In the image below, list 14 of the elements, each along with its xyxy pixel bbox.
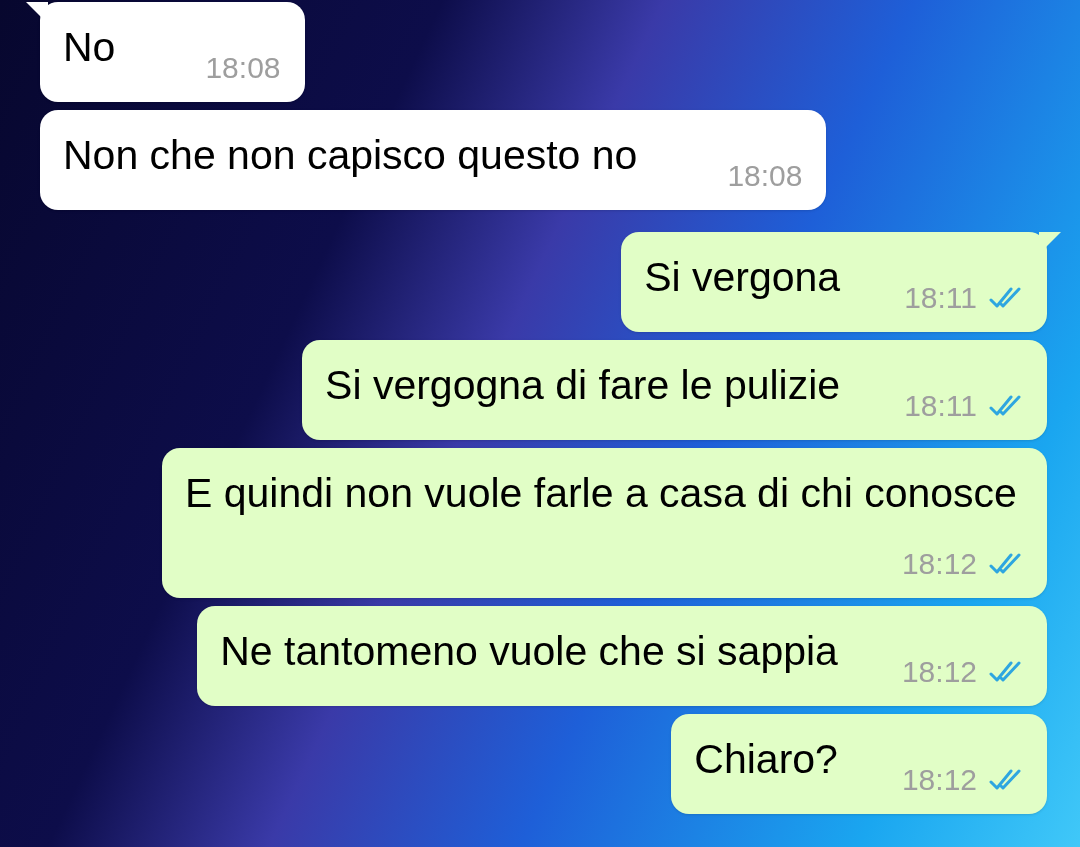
message-time: 18:12 [901, 762, 977, 798]
message-time: 18:08 [727, 158, 803, 194]
message-time: 18:11 [904, 388, 977, 424]
message-time: 18:08 [205, 50, 281, 86]
message-time: 18:12 [901, 654, 977, 690]
message-text: Si vergogna di fare le pulizie [325, 361, 841, 410]
message-text: Non che non capisco questo no [63, 131, 638, 180]
message-time: 18:12 [901, 546, 977, 582]
message-text: E quindi non vuole farle a casa di chi conosce [185, 469, 1017, 518]
message-text: Si vergona [644, 253, 841, 302]
message-text: Ne tantomeno vuole che si sappia [220, 627, 838, 676]
message-time: 18:11 [904, 280, 977, 316]
message-text: Chiaro? [694, 735, 838, 784]
message-text: No [63, 23, 116, 72]
